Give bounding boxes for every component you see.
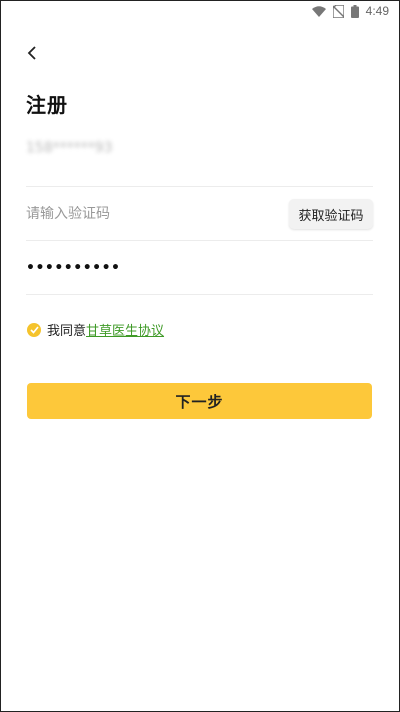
verification-code-input[interactable]	[26, 206, 226, 222]
battery-icon	[350, 4, 359, 18]
no-sim-icon	[332, 4, 344, 18]
password-field[interactable]: ••••••••••	[26, 242, 373, 295]
verification-code-field: 获取验证码	[26, 188, 373, 241]
agreement-link[interactable]: 甘草医生协议	[86, 320, 164, 339]
status-icons: 4:49	[311, 4, 389, 18]
password-value[interactable]: ••••••••••	[26, 260, 120, 276]
checkbox-checked-icon[interactable]	[27, 322, 41, 337]
agreement-prefix: 我同意	[47, 324, 87, 339]
chevron-left-icon	[27, 45, 37, 64]
phone-value[interactable]: 158******93	[26, 140, 113, 156]
next-step-button[interactable]: 下一步	[27, 383, 372, 419]
app-screen: 4:49 注册 158******93 获取验证码 •••••••••• 我同意…	[0, 0, 400, 712]
page-title: 注册	[26, 93, 68, 117]
phone-field[interactable]: 158******93	[26, 134, 373, 187]
back-button[interactable]	[21, 43, 43, 65]
get-code-button[interactable]: 获取验证码	[289, 199, 373, 229]
status-bar: 4:49	[1, 1, 399, 23]
agreement-row: 我同意 甘草医生协议	[27, 320, 164, 339]
status-time: 4:49	[365, 4, 389, 18]
wifi-icon	[311, 5, 326, 17]
